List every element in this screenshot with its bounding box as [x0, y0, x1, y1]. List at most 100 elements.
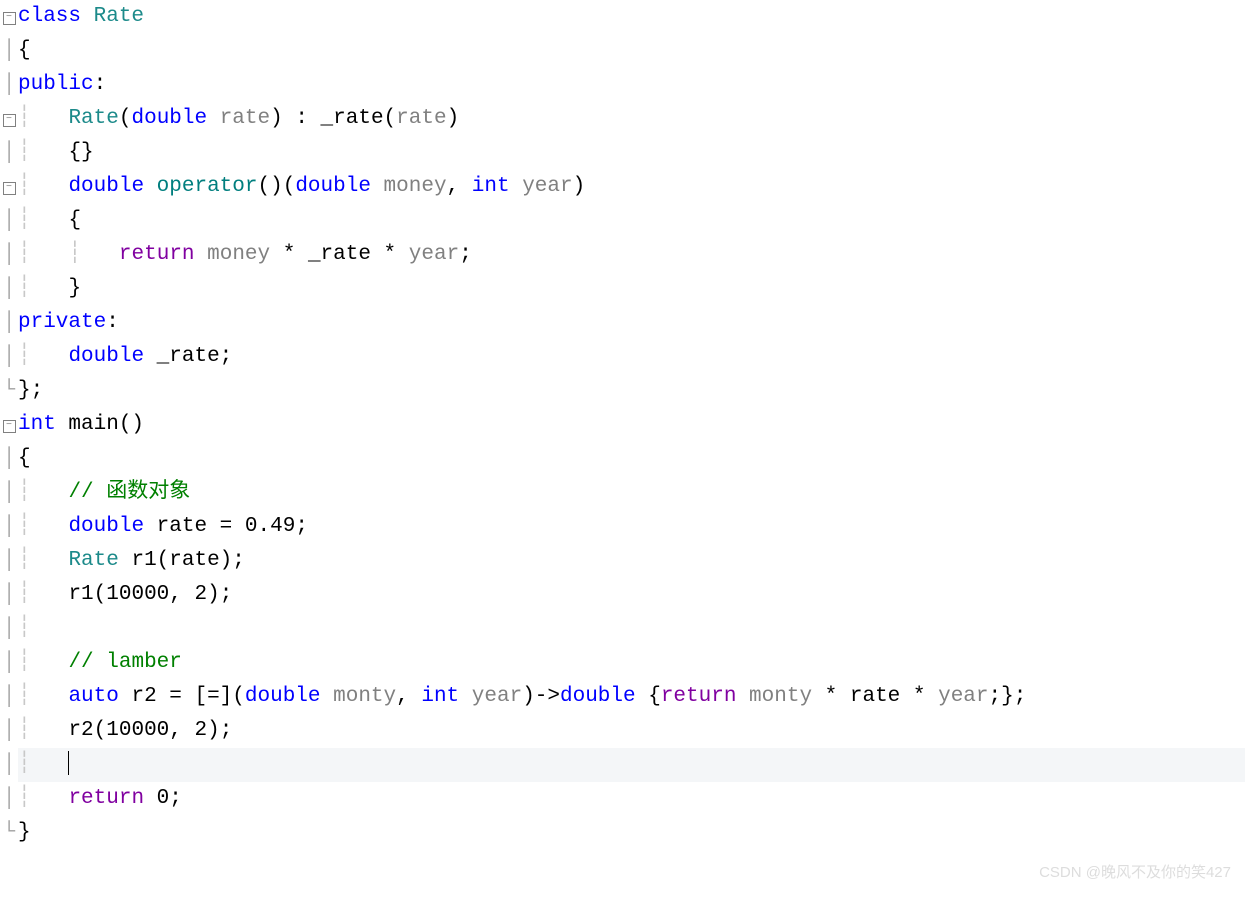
gutter-cell[interactable]: │ [0, 136, 18, 170]
gutter-cell[interactable]: │ [0, 578, 18, 612]
code-line[interactable]: ┆ {} [18, 136, 1245, 170]
code-line[interactable]: ┆ r2(10000, 2); [18, 714, 1245, 748]
code-token: } [68, 277, 81, 300]
code-token: ; [295, 515, 308, 538]
code-line[interactable]: ┆ double rate = 0.49; [18, 510, 1245, 544]
gutter-cell[interactable]: │ [0, 714, 18, 748]
code-line[interactable]: int main() [18, 408, 1245, 442]
code-line[interactable]: { [18, 34, 1245, 68]
gutter-cell[interactable]: − [0, 408, 18, 442]
code-token: }; [18, 379, 43, 402]
code-token: return [661, 685, 749, 708]
code-token: main() [68, 413, 144, 436]
code-token: int [18, 413, 68, 436]
code-line[interactable]: ┆ auto r2 = [=](double monty, int year)-… [18, 680, 1245, 714]
code-token: 10000 [106, 583, 169, 606]
code-line[interactable]: ┆ } [18, 272, 1245, 306]
code-token: private [18, 311, 106, 334]
fold-icon[interactable]: − [3, 420, 16, 433]
gutter-cell[interactable]: │ [0, 68, 18, 102]
code-line[interactable]: ┆ { [18, 204, 1245, 238]
code-line[interactable]: class Rate [18, 0, 1245, 34]
code-token: : [94, 73, 107, 96]
gutter-cell[interactable]: │ [0, 340, 18, 374]
code-token: { [18, 39, 31, 62]
code-token: auto [68, 685, 131, 708]
code-token: 0 [157, 787, 170, 810]
code-line[interactable]: ┆ Rate(double rate) : _rate(rate) [18, 102, 1245, 136]
code-token: int [421, 685, 471, 708]
code-editor: −││−│−│││││└−│││││││││││└ class Rate{pub… [0, 0, 1245, 850]
code-token: ); [207, 583, 232, 606]
code-line[interactable]: ┆ // lamber [18, 646, 1245, 680]
code-token: 2 [195, 583, 208, 606]
code-token: , [169, 583, 194, 606]
code-line[interactable]: ┆ [18, 748, 1245, 782]
gutter-cell[interactable]: │ [0, 272, 18, 306]
gutter-cell[interactable]: − [0, 0, 18, 34]
gutter-cell[interactable]: │ [0, 748, 18, 782]
gutter-cell[interactable]: │ [0, 306, 18, 340]
fold-icon[interactable]: − [3, 12, 16, 25]
gutter-cell[interactable]: │ [0, 646, 18, 680]
code-token: , [396, 685, 421, 708]
gutter-cell[interactable]: │ [0, 34, 18, 68]
code-line[interactable]: ┆ Rate r1(rate); [18, 544, 1245, 578]
code-line[interactable]: ┆ [18, 612, 1245, 646]
code-token: ( [119, 107, 132, 130]
code-token: public [18, 73, 94, 96]
code-token: Rate [94, 5, 144, 28]
code-area[interactable]: class Rate{public:┆ Rate(double rate) : … [18, 0, 1245, 850]
code-line[interactable]: }; [18, 374, 1245, 408]
code-token: ) [447, 107, 460, 130]
code-line[interactable]: } [18, 816, 1245, 850]
gutter-cell[interactable]: │ [0, 510, 18, 544]
code-token: monty [749, 685, 812, 708]
code-line[interactable]: ┆ r1(10000, 2); [18, 578, 1245, 612]
code-token: return [68, 787, 156, 810]
watermark: CSDN @晚风不及你的笑427 [1039, 856, 1231, 890]
code-token: double [131, 107, 219, 130]
gutter-cell[interactable]: │ [0, 238, 18, 272]
code-token: year [472, 685, 522, 708]
code-token: monty [333, 685, 396, 708]
code-token: double [68, 175, 156, 198]
gutter-cell[interactable]: │ [0, 442, 18, 476]
gutter-cell[interactable]: │ [0, 204, 18, 238]
code-token: ) : _rate( [270, 107, 396, 130]
code-token: } [18, 821, 31, 844]
gutter-cell[interactable]: − [0, 170, 18, 204]
gutter-cell[interactable]: − [0, 102, 18, 136]
gutter-cell[interactable]: │ [0, 612, 18, 646]
fold-gutter: −││−│−│││││└−│││││││││││└ [0, 0, 18, 850]
gutter-cell[interactable]: └ [0, 374, 18, 408]
code-token: * rate * [812, 685, 938, 708]
gutter-cell[interactable]: │ [0, 476, 18, 510]
code-token: { [648, 685, 661, 708]
fold-icon[interactable]: − [3, 114, 16, 127]
code-token: // 函数对象 [68, 481, 190, 504]
code-line[interactable]: ┆ // 函数对象 [18, 476, 1245, 510]
code-token: Rate [68, 107, 118, 130]
code-line[interactable]: public: [18, 68, 1245, 102]
code-line[interactable]: ┆ double operator()(double money, int ye… [18, 170, 1245, 204]
code-line[interactable]: ┆ double _rate; [18, 340, 1245, 374]
gutter-cell[interactable]: │ [0, 544, 18, 578]
code-token: r2 = [=]( [131, 685, 244, 708]
fold-icon[interactable]: − [3, 182, 16, 195]
gutter-cell[interactable]: └ [0, 816, 18, 850]
code-line[interactable]: ┆ return 0; [18, 782, 1245, 816]
code-line[interactable]: { [18, 442, 1245, 476]
code-token: year [522, 175, 572, 198]
code-line[interactable]: private: [18, 306, 1245, 340]
code-token: class [18, 5, 94, 28]
code-line[interactable]: ┆ ┆ return money * _rate * year; [18, 238, 1245, 272]
code-token: rate [220, 107, 270, 130]
gutter-cell[interactable]: │ [0, 782, 18, 816]
code-token: double [245, 685, 333, 708]
code-token: {} [68, 141, 93, 164]
gutter-cell[interactable]: │ [0, 680, 18, 714]
code-token: 2 [195, 719, 208, 742]
code-token: 10000 [106, 719, 169, 742]
code-token: )-> [522, 685, 560, 708]
